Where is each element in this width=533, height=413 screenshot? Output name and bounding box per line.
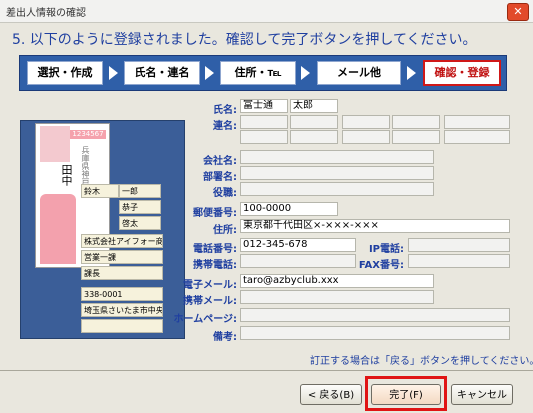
sei-field[interactable]: 富士通 [240, 99, 288, 113]
step-address: 住所・℡ [220, 61, 296, 85]
fax-label: FAX番号: [358, 260, 404, 271]
department-label: 部署名: [203, 172, 237, 183]
window-title: 差出人情報の確認 [6, 8, 86, 19]
sender-area-highlight [40, 194, 76, 264]
instruction-text: 5. 以下のように登録されました。確認して完了ボタンを押してください。 [12, 32, 477, 48]
address-label: 住所: [213, 225, 237, 236]
renmei-sei-2[interactable] [342, 115, 390, 129]
renmei-4[interactable] [444, 130, 510, 144]
dialog-body: 5. 以下のように登録されました。確認して完了ボタンを押してください。 選択・作… [0, 23, 533, 413]
step-mail: メール他 [317, 61, 401, 85]
preview-zip: 338-0001 [81, 287, 163, 301]
name-label: 氏名: [213, 105, 237, 116]
step-arrow-icon [205, 66, 214, 80]
renmei-sei-1[interactable] [240, 115, 288, 129]
preview-company: 株式会社アイフォー商事 [81, 234, 163, 248]
memo-field[interactable] [240, 326, 510, 340]
position-field[interactable] [240, 182, 434, 196]
renmei-mei-1[interactable] [290, 115, 338, 129]
finish-button-highlight [365, 376, 447, 411]
preview-address: 埼玉県さいたま市中央区 [81, 303, 163, 317]
fax-field[interactable] [408, 254, 510, 268]
preview-blank [81, 319, 163, 333]
stamp-icon [40, 126, 70, 162]
close-button[interactable]: ✕ [507, 3, 529, 21]
address-field[interactable]: 東京都千代田区×-×××-××× [240, 219, 510, 233]
company-field[interactable] [240, 150, 434, 164]
renmei-3[interactable] [444, 115, 510, 129]
memo-label: 備考: [213, 332, 237, 343]
preview-sei: 鈴木 [81, 184, 119, 198]
department-field[interactable] [240, 166, 434, 180]
back-button[interactable]: < 戻る(B) [300, 384, 362, 405]
correction-note: 訂正する場合は「戻る」ボタンを押してください。 [310, 356, 533, 367]
renmei-mei-3[interactable] [290, 130, 338, 144]
email-label: 電子メール: [183, 280, 237, 291]
company-label: 会社名: [203, 156, 237, 167]
renmei-sei-4[interactable] [342, 130, 390, 144]
zip-field[interactable]: 100-0000 [240, 202, 338, 216]
homepage-label: ホームページ: [173, 314, 238, 325]
preview-renmei-2: 啓太 [119, 216, 161, 230]
renmei-mei-4[interactable] [392, 130, 440, 144]
renmei-sei-3[interactable] [240, 130, 288, 144]
postcard-name: 田中 [60, 164, 73, 186]
preview-position: 課長 [81, 266, 163, 280]
cancel-button[interactable]: キャンセル [451, 384, 513, 405]
renmei-mei-2[interactable] [392, 115, 440, 129]
close-icon: ✕ [513, 5, 523, 18]
step-arrow-icon [109, 66, 118, 80]
ip-phone-field[interactable] [408, 238, 510, 252]
step-arrow-icon [301, 66, 310, 80]
phone-field[interactable]: 012-345-678 [240, 238, 356, 252]
mobile-mail-label: 携帯メール: [183, 296, 237, 307]
preview-mei: 一郎 [119, 184, 161, 198]
mobile-label: 携帯電話: [193, 260, 237, 271]
phone-label: 電話番号: [193, 244, 237, 255]
mobile-mail-field[interactable] [240, 290, 434, 304]
position-label: 役職: [213, 188, 237, 199]
zip-label: 郵便番号: [193, 208, 237, 219]
divider [0, 370, 533, 371]
preview-renmei-1: 恭子 [119, 200, 161, 214]
mobile-field[interactable] [240, 254, 356, 268]
ip-phone-label: IP電話: [368, 244, 404, 255]
renmei-label: 連名: [213, 121, 237, 132]
mei-field[interactable]: 太郎 [290, 99, 338, 113]
step-confirm: 確認・登録 [423, 60, 501, 86]
preview-department: 営業一課 [81, 250, 163, 264]
step-arrow-icon [407, 66, 416, 80]
step-select: 選択・作成 [27, 61, 103, 85]
postcard-zip: 1234567 [70, 130, 106, 139]
email-field[interactable]: taro@azbyclub.xxx [240, 274, 434, 288]
postcard-preview: 1234567 兵庫県神戸市 田中 鈴木 一郎 恭子 啓太 株式会社アイフォー商… [20, 120, 185, 339]
step-name: 氏名・連名 [124, 61, 200, 85]
step-bar: 選択・作成 氏名・連名 住所・℡ メール他 確認・登録 [19, 55, 507, 91]
homepage-field[interactable] [240, 308, 510, 322]
title-bar: 差出人情報の確認 ✕ [0, 0, 533, 23]
